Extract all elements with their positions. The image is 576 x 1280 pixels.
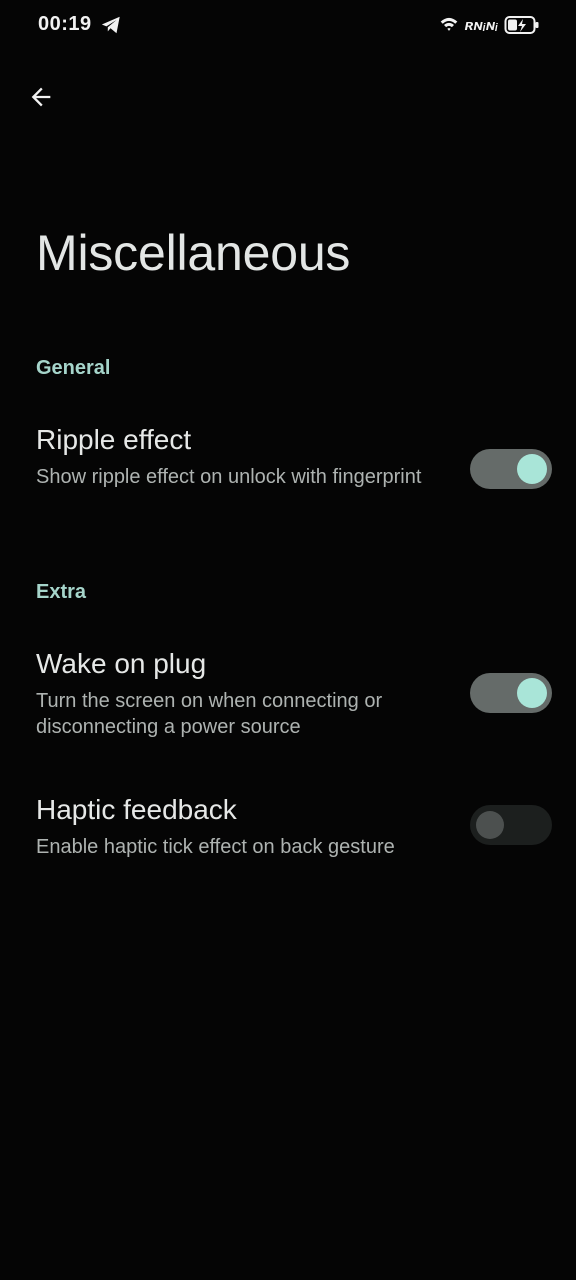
wake-on-plug-toggle[interactable] — [470, 673, 552, 713]
wifi-icon — [440, 17, 457, 31]
signal-indicator: ʀɴᵢɴᵢ — [464, 16, 498, 34]
arrow-back-icon — [31, 87, 51, 107]
setting-title: Wake on plug — [36, 648, 207, 679]
setting-haptic-feedback[interactable]: Haptic feedback Enable haptic tick effec… — [0, 794, 576, 874]
setting-wake-on-plug[interactable]: Wake on plug Turn the screen on when con… — [0, 648, 576, 758]
section-header-general: General — [36, 357, 111, 379]
toggle-knob — [476, 811, 504, 839]
setting-title: Ripple effect — [36, 424, 192, 455]
status-bar: 00:19 ʀɴᵢɴᵢ — [0, 0, 576, 50]
battery-charging-icon — [504, 16, 539, 34]
setting-description: Show ripple effect on unlock with finger… — [36, 466, 422, 488]
page-title: Miscellaneous — [36, 225, 351, 281]
status-time: 00:19 — [38, 13, 92, 35]
toggle-knob — [517, 454, 547, 484]
back-button[interactable] — [20, 76, 62, 118]
haptic-feedback-toggle[interactable] — [470, 805, 552, 845]
setting-ripple-effect[interactable]: Ripple effect Show ripple effect on unlo… — [0, 424, 576, 534]
ripple-effect-toggle[interactable] — [470, 449, 552, 489]
telegram-icon — [101, 16, 120, 34]
toggle-knob — [517, 678, 547, 708]
setting-description: Turn the screen on when connecting or di… — [36, 690, 383, 738]
status-icons: ʀɴᵢɴᵢ — [439, 12, 540, 38]
setting-title: Haptic feedback — [36, 794, 237, 825]
setting-description: Enable haptic tick effect on back gestur… — [36, 836, 395, 858]
section-header-extra: Extra — [36, 581, 87, 603]
